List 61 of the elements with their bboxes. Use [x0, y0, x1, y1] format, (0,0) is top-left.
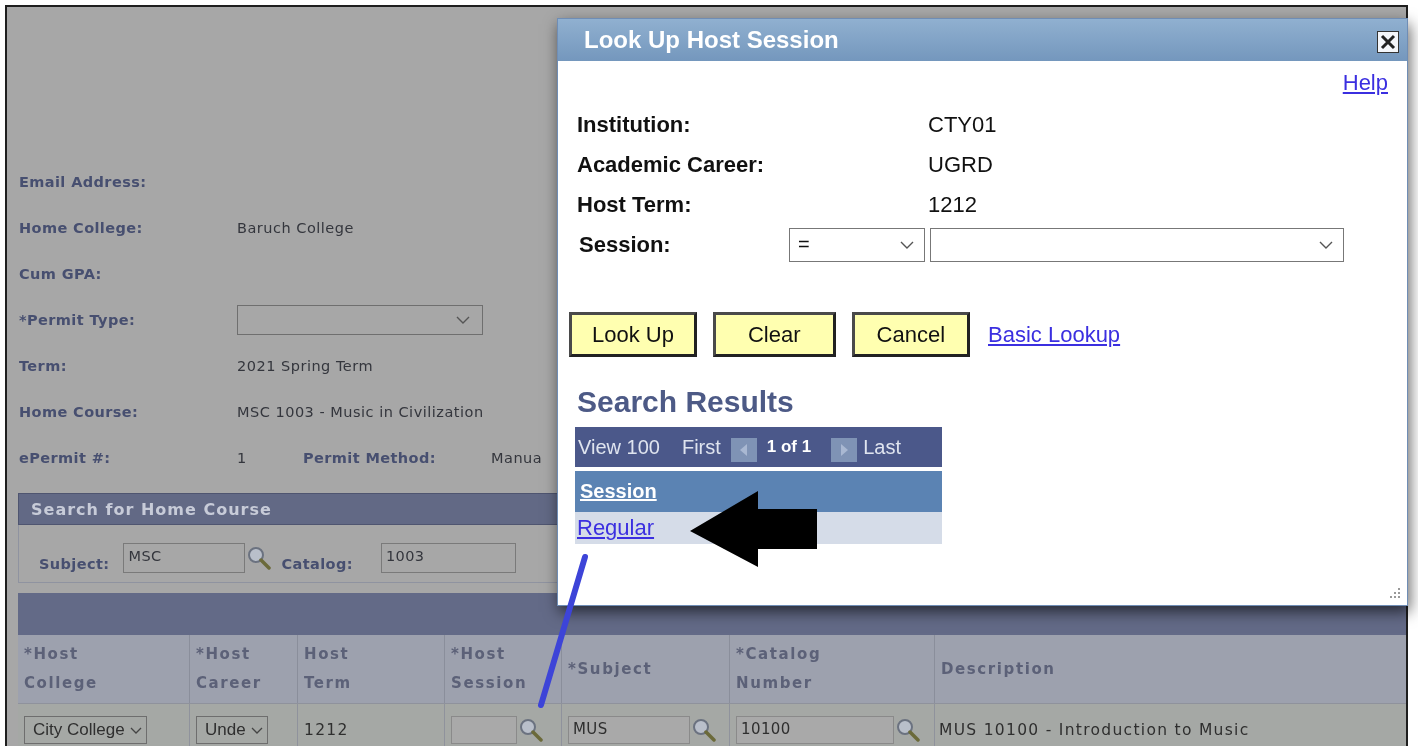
- last-link[interactable]: Last: [863, 435, 902, 459]
- column-header: Description: [940, 658, 1057, 680]
- field-label: Institution:: [577, 112, 692, 138]
- chevron-down-icon: [250, 726, 263, 734]
- input-field[interactable]: 10100: [736, 716, 894, 744]
- field-label: Permit Method:: [303, 450, 437, 466]
- input-field[interactable]: MSC: [123, 542, 246, 573]
- input-field[interactable]: [451, 716, 517, 744]
- resize-grip-icon[interactable]: [1387, 585, 1401, 599]
- dropdown-field[interactable]: City College: [24, 716, 147, 744]
- basic-lookup-link[interactable]: Basic Lookup: [988, 321, 1121, 348]
- left-arrow-icon: [690, 491, 818, 567]
- field-label: Academic Career:: [577, 152, 766, 178]
- dropdown-field[interactable]: Unde: [196, 716, 268, 744]
- field-label: Catalog:: [281, 555, 353, 572]
- dialog-title: Look Up Host Session: [584, 26, 839, 54]
- search-icon[interactable]: [896, 718, 920, 742]
- field-value: CTY01: [928, 112, 997, 138]
- dropdown-field[interactable]: [237, 305, 483, 335]
- field-label: *Permit Type:: [19, 312, 137, 328]
- operator-dropdown[interactable]: =: [789, 228, 925, 262]
- chevron-down-icon: [900, 241, 914, 249]
- field-label: Subject:: [39, 555, 110, 572]
- column-header[interactable]: Session: [575, 471, 942, 512]
- chevron-down-icon: [1319, 241, 1333, 249]
- input-field[interactable]: 1003: [380, 542, 516, 573]
- field-value: Manua: [491, 450, 543, 466]
- field-value: MSC 1003 - Music in Civilization: [237, 404, 484, 420]
- table-cell: MUS 10100 - Introduction to Music: [939, 721, 1250, 739]
- close-icon[interactable]: [1377, 31, 1399, 53]
- first-link[interactable]: First: [681, 435, 721, 459]
- field-label: Host Term:: [577, 192, 693, 218]
- chevron-down-icon: [129, 726, 142, 734]
- field-label: Email Address:: [19, 174, 148, 190]
- field-label: Home Course:: [19, 404, 140, 420]
- field-label: Home College:: [19, 220, 144, 236]
- help-link[interactable]: Help: [1342, 70, 1388, 105]
- section-heading: Search Results: [577, 385, 795, 419]
- field-value: Baruch College: [237, 220, 354, 236]
- view-all-link[interactable]: View 100: [578, 435, 660, 459]
- dialog-button[interactable]: Look Up: [569, 312, 697, 357]
- field-value: 1: [237, 450, 248, 466]
- field-value: UGRD: [928, 152, 993, 178]
- field-value: 2021 Spring Term: [237, 358, 374, 374]
- search-icon[interactable]: [247, 545, 272, 570]
- field-label: ePermit #:: [19, 450, 112, 466]
- dialog-button[interactable]: Clear: [712, 312, 836, 357]
- session-dropdown[interactable]: [930, 228, 1344, 262]
- next-icon[interactable]: [831, 438, 858, 462]
- field-label: Session:: [579, 232, 672, 258]
- search-icon[interactable]: [692, 718, 716, 742]
- previous-icon[interactable]: [730, 438, 757, 462]
- chevron-down-icon: [456, 316, 470, 324]
- table-cell: 1212: [304, 721, 349, 739]
- field-label: Cum GPA:: [19, 266, 103, 282]
- input-field[interactable]: MUS: [568, 716, 690, 744]
- field-value: 1212: [928, 192, 977, 218]
- field-label: Term:: [19, 358, 68, 374]
- dialog-button[interactable]: Cancel: [851, 312, 970, 357]
- page-count: 1 of 1: [766, 437, 812, 457]
- search-icon[interactable]: [519, 718, 543, 742]
